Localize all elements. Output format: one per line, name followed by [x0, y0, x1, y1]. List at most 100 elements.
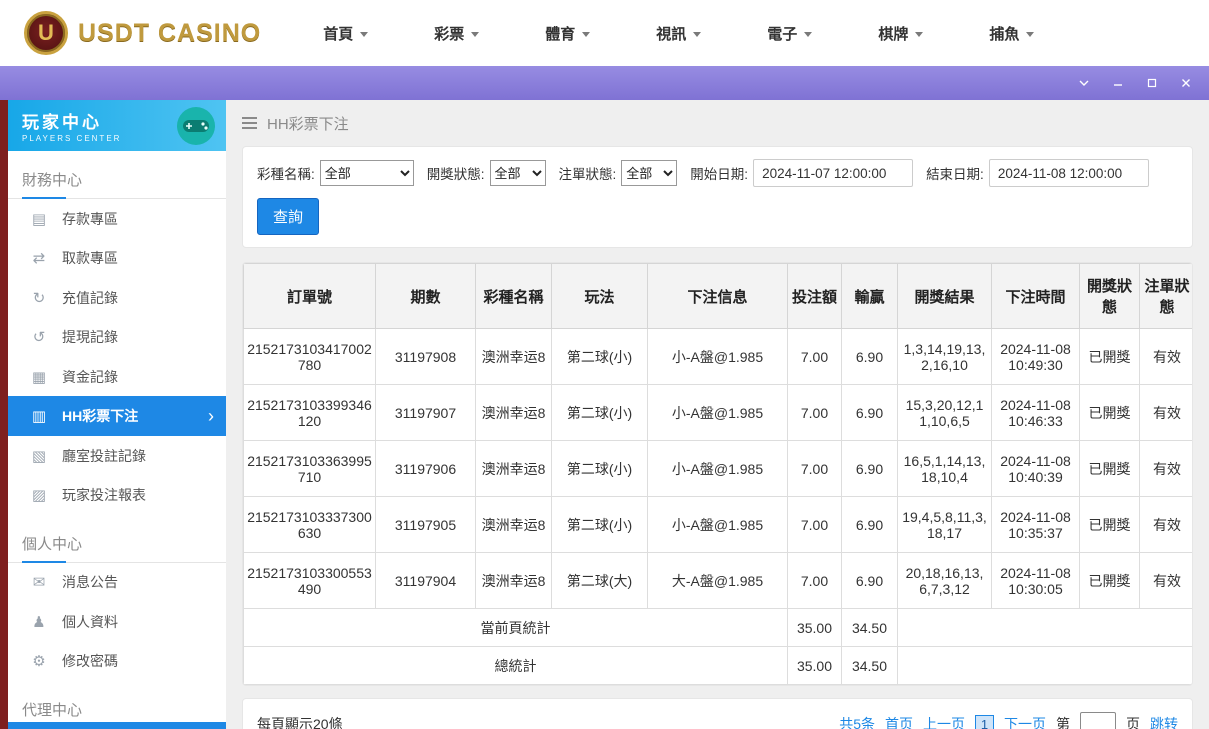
end-date-input[interactable] [988, 159, 1149, 187]
nav-item-label: 體育 [545, 25, 576, 43]
start-date-input[interactable] [753, 159, 914, 187]
nav-item-cards[interactable]: 棋牌 [878, 23, 924, 44]
table-summary: 當前頁統計 35.00 34.50 總統計 35.00 34.50 [243, 608, 1192, 685]
table-row: 2152173103337300630 31197905 澳洲幸运8 第二球(小) 小-… [243, 496, 1192, 553]
table-cell: 澳洲幸运8 [475, 384, 552, 441]
page-summary-row: 當前頁統計 35.00 34.50 [243, 608, 1192, 647]
table-cell: 第二球(大) [551, 552, 648, 609]
nav-item-sports[interactable]: 體育 [545, 23, 591, 44]
table-cell: 2152173103300553490 [243, 552, 376, 609]
sidebar-item-label: 存款專區 [62, 211, 118, 228]
gamepad-icon [172, 104, 218, 151]
sidebar-item-hall-bet-record[interactable]: ▧ 廳室投註記錄 [8, 436, 226, 475]
table-cell: 7.00 [787, 440, 842, 497]
sidebar-item-label: 廳室投註記錄 [62, 447, 146, 464]
close-icon[interactable] [1179, 76, 1193, 90]
jump-button[interactable]: 跳转 [1150, 714, 1178, 729]
sidebar-item-profile[interactable]: ♟ 個人資料 [8, 602, 226, 641]
sidebar-item-label: 消息公告 [62, 574, 118, 591]
table-cell: 2024-11-08 10:30:05 [991, 552, 1080, 609]
table-cell: 已開獎 [1079, 496, 1140, 553]
table-cell: 16,5,1,14,13,18,10,4 [897, 440, 992, 497]
order-status-select[interactable]: 全部 [621, 160, 678, 186]
nav-item-home[interactable]: 首頁 [323, 23, 369, 44]
collapse-icon[interactable] [1077, 76, 1091, 90]
minimize-icon[interactable] [1111, 76, 1125, 90]
nav-item-slots[interactable]: 電子 [767, 23, 813, 44]
first-page-link[interactable]: 首页 [885, 714, 913, 729]
col-lottery-name: 彩種名稱 [475, 263, 552, 329]
col-play-type: 玩法 [551, 263, 648, 329]
sidebar-item-player-bet-report[interactable]: ▨ 玩家投注報表 [8, 475, 226, 514]
draw-status-label: 開獎狀態: [426, 167, 485, 182]
gear-icon: ⚙ [32, 653, 46, 671]
announcement-icon: ✉ [32, 574, 46, 592]
sidebar-item-funds-record[interactable]: ▦ 資金記錄 [8, 357, 226, 396]
chevron-down-icon [582, 31, 591, 37]
sidebar-item-deposit[interactable]: ▤ 存款專區 [8, 199, 226, 238]
sidebar-item-hh-lottery-bets[interactable]: ▥ HH彩票下注 › [8, 396, 226, 436]
current-page-button[interactable]: 1 [975, 714, 994, 729]
table-cell: 31197906 [375, 440, 476, 497]
sidebar-cutoff-item[interactable] [8, 722, 226, 729]
sidebar-item-withdraw[interactable]: ⇄ 取款專區 [8, 239, 226, 278]
table-cell: 澳洲幸运8 [475, 496, 552, 553]
draw-status-select[interactable]: 全部 [489, 160, 546, 186]
table-cell: 7.00 [787, 496, 842, 553]
nav-item-label: 首頁 [323, 25, 354, 43]
table-cell: 7.00 [787, 384, 842, 441]
sidebar-item-withdrawal-record[interactable]: ↺ 提現記錄 [8, 318, 226, 357]
funds-record-icon: ▦ [31, 368, 47, 386]
prev-page-link[interactable]: 上一页 [923, 714, 965, 729]
table-cell: 6.90 [841, 496, 898, 553]
menu-toggle-icon[interactable] [242, 114, 257, 132]
grand-summary-winloss-total: 34.50 [841, 646, 898, 685]
table-cell: 7.00 [787, 328, 842, 385]
table-cell: 第二球(小) [551, 384, 648, 441]
top-navbar: U USDT CASINO 首頁 彩票 體育 視訊 電子 棋牌 捕魚 [0, 0, 1209, 66]
table-cell: 澳洲幸运8 [475, 328, 552, 385]
section-finance-center: 財務中心 [8, 161, 226, 200]
col-bet-amount: 投注額 [787, 263, 842, 329]
sidebar-item-label: 修改密碼 [62, 653, 118, 670]
sidebar-item-recharge-record[interactable]: ↻ 充值記錄 [8, 278, 226, 317]
table-cell: 有效 [1139, 496, 1192, 553]
page-jump-input[interactable] [1080, 712, 1116, 729]
filter-panel: 彩種名稱: 全部 開獎狀態: 全部 注單狀態: 全部 開始日期: 結束日期: [242, 146, 1193, 248]
table-cell: 15,3,20,12,11,10,6,5 [897, 384, 992, 441]
pagination-bar: 每頁顯示20條 共5条 首页 上一页 1 下一页 第 页 跳转 [242, 698, 1193, 729]
col-draw-result: 開獎結果 [897, 263, 992, 329]
maximize-icon[interactable] [1145, 76, 1159, 90]
deposit-icon: ▤ [31, 211, 47, 229]
lottery-name-select[interactable]: 全部 [319, 160, 414, 186]
nav-item-fishing[interactable]: 捕魚 [989, 23, 1035, 44]
page-summary-winloss-total: 34.50 [841, 608, 898, 647]
table-row: 2152173103363995710 31197906 澳洲幸运8 第二球(小) 小-… [243, 440, 1192, 497]
lottery-bets-icon: ▥ [31, 408, 47, 426]
section-personal-center: 個人中心 [8, 525, 226, 563]
breadcrumb: HH彩票下注 [242, 100, 1193, 146]
total-count-text: 共5条 [839, 716, 875, 729]
withdrawal-record-icon: ↺ [32, 329, 46, 347]
next-page-link[interactable]: 下一页 [1004, 714, 1046, 729]
sidebar-item-change-password[interactable]: ⚙ 修改密碼 [8, 642, 226, 681]
sidebar-item-label: 提現記錄 [62, 329, 118, 346]
bets-table: 訂單號 期數 彩種名稱 玩法 下注信息 投注額 輸贏 開獎結果 下注時間 開獎狀… [243, 263, 1192, 685]
recharge-record-icon: ↻ [32, 289, 46, 307]
col-win-loss: 輸贏 [841, 263, 898, 329]
table-row: 2152173103300553490 31197904 澳洲幸运8 第二球(大) 大-… [243, 552, 1192, 609]
nav-item-lottery[interactable]: 彩票 [434, 23, 480, 44]
col-period: 期數 [375, 263, 476, 329]
start-date-label: 開始日期: [690, 167, 749, 182]
table-cell: 有效 [1139, 328, 1192, 385]
table-cell: 2024-11-08 10:35:37 [991, 496, 1080, 553]
table-cell: 2024-11-08 10:40:39 [991, 440, 1080, 497]
table-cell: 31197905 [375, 496, 476, 553]
sidebar-item-announcements[interactable]: ✉ 消息公告 [8, 563, 226, 602]
main-panel: HH彩票下注 彩種名稱: 全部 開獎狀態: 全部 注單狀態: 全部 開始日期: [226, 100, 1209, 729]
table-cell: 第二球(小) [551, 496, 648, 553]
bets-table-panel: 訂單號 期數 彩種名稱 玩法 下注信息 投注額 輸贏 開獎結果 下注時間 開獎狀… [242, 262, 1193, 686]
query-button[interactable]: 查詢 [257, 198, 320, 235]
nav-item-live[interactable]: 視訊 [656, 23, 702, 44]
table-cell: 已開獎 [1079, 440, 1140, 497]
